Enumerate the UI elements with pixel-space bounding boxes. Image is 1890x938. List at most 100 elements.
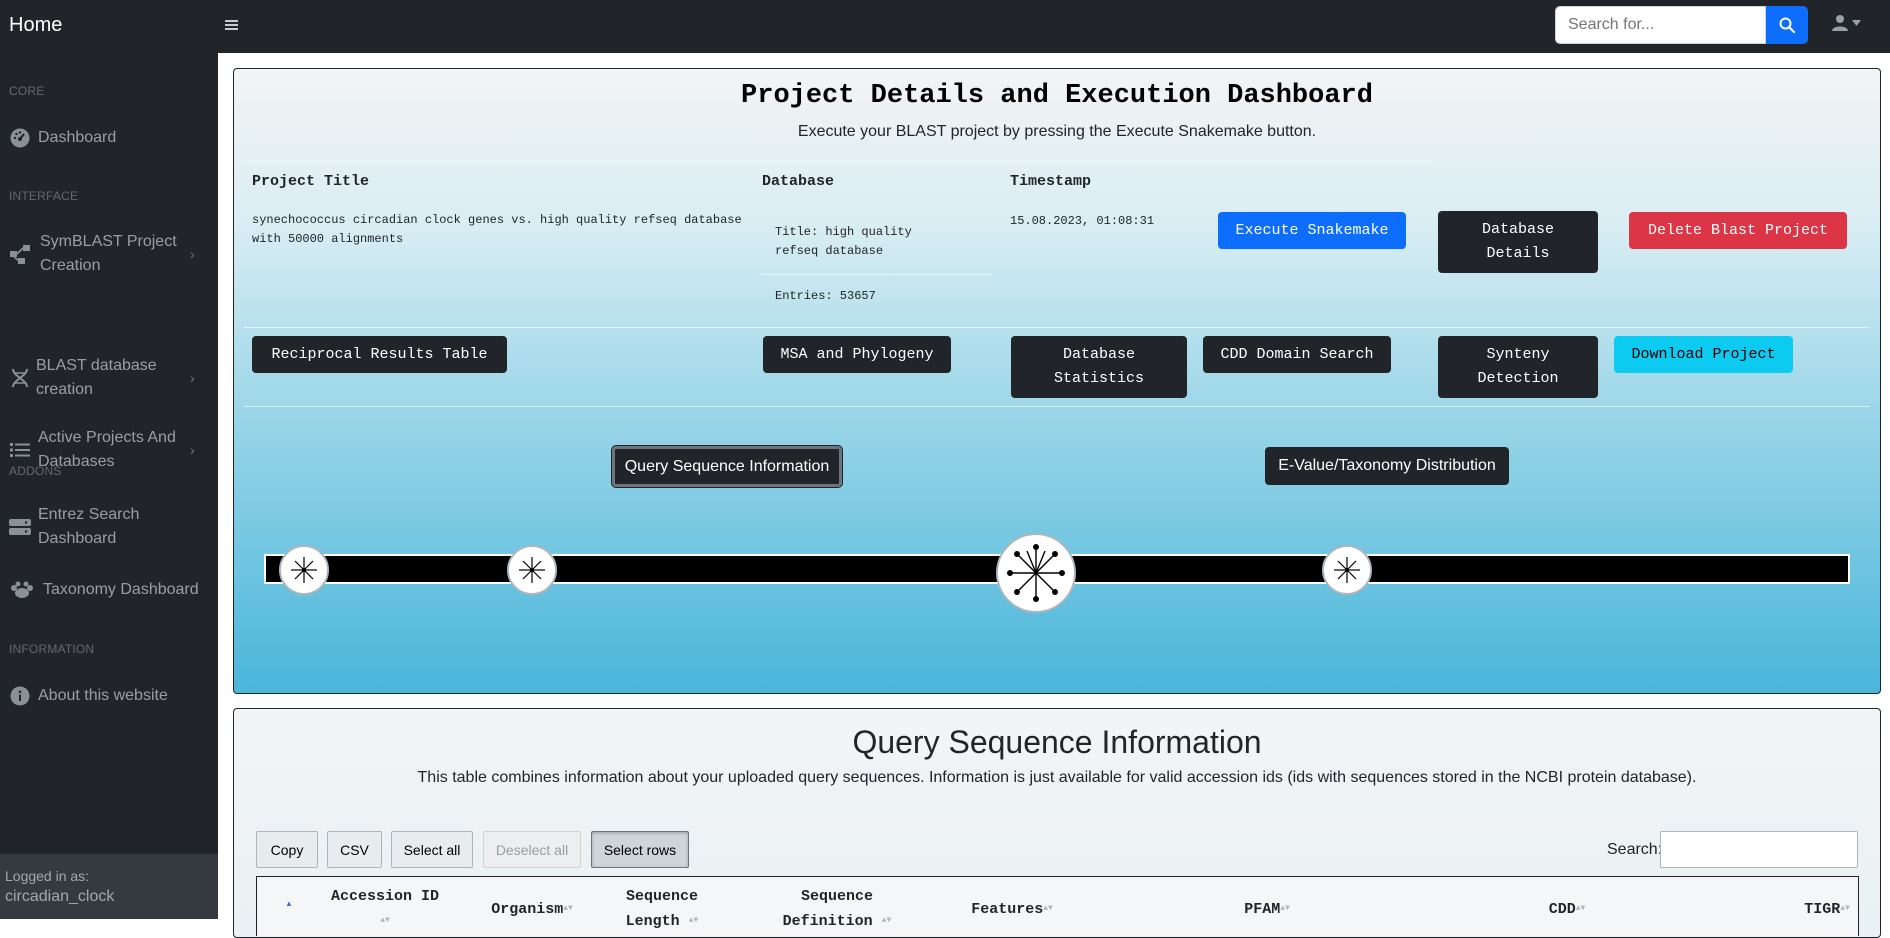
sidebar: Core Dashboard Interface SymBLAST Projec… <box>0 53 218 919</box>
dna-icon <box>9 367 31 389</box>
sidebar-item-label: Taxonomy Dashboard <box>43 581 199 598</box>
sort-icon: ▲▼ <box>380 916 390 925</box>
cdd-domain-search-button[interactable]: CDD Domain Search <box>1203 336 1391 373</box>
synteny-detection-button[interactable]: Synteny Detection <box>1438 336 1598 398</box>
timestamp-header: Timestamp <box>1010 173 1092 190</box>
database-title-value: Title: high quality refseq database <box>775 225 912 258</box>
select-rows-button[interactable]: Select rows <box>591 831 689 868</box>
paw-icon <box>9 579 35 601</box>
navbar-search <box>1555 6 1808 44</box>
sidebar-heading-interface: Interface <box>9 189 79 203</box>
column-label: Sequence Length <box>625 888 698 930</box>
info-circle-icon <box>9 685 31 707</box>
column-sequence-definition[interactable]: Sequence Definition ▲▼ <box>767 885 907 934</box>
sidebar-item-label: SymBLAST Project Creation <box>40 233 177 274</box>
delete-blast-project-button[interactable]: Delete Blast Project <box>1629 212 1847 249</box>
sidebar-item-blast-database-creation[interactable]: BLAST database creation › <box>0 354 218 402</box>
column-tigr[interactable]: TIGR▲▼ <box>1797 897 1857 922</box>
column-pfam[interactable]: PFAM▲▼ <box>1227 897 1307 922</box>
column-label: Sequence Definition <box>782 888 873 930</box>
deselect-all-button[interactable]: Deselect all <box>483 831 581 868</box>
page-subtitle: Execute your BLAST project by pressing t… <box>797 123 1317 140</box>
project-title-value: synechococcus circadian clock genes vs. … <box>252 213 742 246</box>
query-sequence-information-card: Query Sequence Information This table co… <box>233 708 1881 938</box>
table-search-label: Search: <box>1607 841 1663 858</box>
column-label: Organism <box>491 900 564 918</box>
column-label: CDD <box>1548 900 1576 918</box>
user-icon <box>1832 15 1848 31</box>
tab-evalue-taxonomy-distribution[interactable]: E-Value/Taxonomy Distribution <box>1265 447 1509 485</box>
select-all-button[interactable]: Select all <box>391 831 473 868</box>
sidebar-toggle-hamburger-icon[interactable] <box>225 16 239 37</box>
firework-icon[interactable] <box>1322 545 1372 595</box>
sort-icon: ▲▼ <box>1280 904 1290 913</box>
divider <box>244 327 1870 328</box>
sidebar-heading-information: Information <box>9 642 95 656</box>
column-label: Accession ID <box>330 888 440 905</box>
sidebar-footer: Logged in as: circadian_clock <box>0 854 218 919</box>
search-button[interactable] <box>1766 6 1808 44</box>
project-dashboard-card: Project Details and Execution Dashboard … <box>233 68 1881 694</box>
database-entries-value: Entries: 53657 <box>775 289 876 303</box>
reciprocal-results-table-button[interactable]: Reciprocal Results Table <box>252 336 507 373</box>
top-navbar: Home <box>0 0 1890 53</box>
firework-icon[interactable] <box>507 545 557 595</box>
database-statistics-button[interactable]: Database Statistics <box>1011 336 1187 398</box>
divider <box>762 274 992 275</box>
chevron-right-icon: › <box>190 442 195 458</box>
fireworks-stars-icon[interactable] <box>996 533 1076 613</box>
sidebar-item-symblast-project-creation[interactable]: SymBLAST Project Creation › <box>0 230 218 278</box>
user-dropdown-button[interactable] <box>1832 14 1861 31</box>
sort-icon: ▲▼ <box>881 916 892 925</box>
column-label: Features <box>971 900 1044 918</box>
download-project-button[interactable]: Download Project <box>1614 336 1793 373</box>
sort-icon: ▲▼ <box>1840 904 1850 913</box>
sort-icon: ▲▼ <box>1575 904 1586 913</box>
execute-snakemake-button[interactable]: Execute Snakemake <box>1218 212 1406 249</box>
column-accession-id[interactable]: Accession ID ▲▼ <box>325 885 445 934</box>
tab-query-sequence-information[interactable]: Query Sequence Information <box>612 446 842 487</box>
database-header: Database <box>762 173 835 190</box>
section-title: Query Sequence Information <box>852 724 1262 760</box>
sidebar-item-label: Dashboard <box>38 129 117 146</box>
copy-button[interactable]: Copy <box>256 831 318 868</box>
project-diagram-icon <box>9 243 31 265</box>
search-input[interactable] <box>1555 6 1766 44</box>
brand-home-link[interactable]: Home <box>9 14 62 37</box>
sidebar-item-about[interactable]: About this website <box>0 681 218 711</box>
column-organism[interactable]: Organism▲▼ <box>477 897 587 922</box>
firework-icon[interactable] <box>279 545 329 595</box>
caret-down-icon <box>1852 19 1861 26</box>
divider <box>244 161 1434 162</box>
sort-icon: ▲▼ <box>688 916 699 925</box>
column-label: PFAM <box>1244 900 1281 918</box>
page-title: Project Details and Execution Dashboard <box>741 81 1373 111</box>
database-details-button[interactable]: Database Details <box>1438 211 1598 273</box>
divider <box>244 406 1870 407</box>
logged-in-username: circadian_clock <box>5 888 115 905</box>
column-sequence-length[interactable]: Sequence Length ▲▼ <box>607 885 717 934</box>
column-cdd[interactable]: CDD▲▼ <box>1537 897 1597 922</box>
project-title-header: Project Title <box>252 173 370 190</box>
table-search-input[interactable] <box>1660 831 1858 868</box>
sort-icon: ▲▼ <box>563 904 573 913</box>
sidebar-heading-core: Core <box>9 84 45 98</box>
msa-phylogeny-button[interactable]: MSA and Phylogeny <box>763 336 951 373</box>
sidebar-item-label: About this website <box>38 687 168 704</box>
chevron-right-icon: › <box>190 246 195 262</box>
search-icon <box>1779 17 1795 33</box>
timestamp-value: 15.08.2023, 01:08:31 <box>1010 214 1155 228</box>
query-table-header: ▲ Accession ID ▲▼ Organism▲▼ Sequence Le… <box>256 876 1859 936</box>
sidebar-item-entrez-search[interactable]: Entrez Search Dashboard <box>0 503 218 551</box>
dashboard-gauge-icon <box>9 127 31 149</box>
sort-icon: ▲▼ <box>1043 904 1053 913</box>
sidebar-item-taxonomy-dashboard[interactable]: Taxonomy Dashboard <box>0 575 218 605</box>
chevron-right-icon: › <box>190 370 195 386</box>
sidebar-item-label: BLAST database creation <box>36 357 157 398</box>
column-features[interactable]: Features▲▼ <box>957 897 1067 922</box>
section-description: This table combines information about yo… <box>417 769 1697 786</box>
sidebar-heading-addons: Addons <box>9 464 62 478</box>
sidebar-item-dashboard[interactable]: Dashboard <box>0 123 218 153</box>
csv-button[interactable]: CSV <box>327 831 382 868</box>
sort-asc-icon: ▲ <box>285 899 293 908</box>
